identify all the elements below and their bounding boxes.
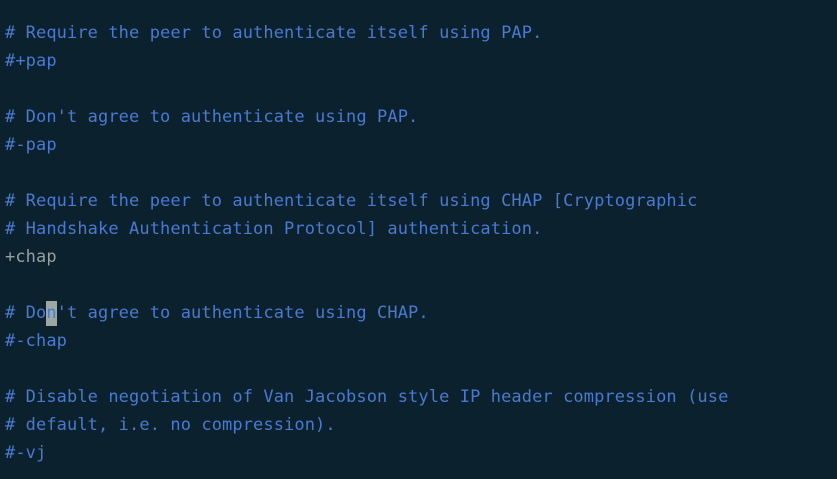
comment-line[interactable]: # Disable negotiation of Van Jacobson st…	[5, 383, 837, 411]
cursor-line[interactable]	[5, 271, 837, 326]
comment-line[interactable]: # Require the peer to authenticate itsel…	[5, 19, 837, 47]
comment-line[interactable]: # default, i.e. no compression).	[5, 411, 837, 439]
comment-line[interactable]: # Don't agree to authenticate using CHAP…	[5, 299, 837, 327]
blank-line[interactable]	[5, 159, 837, 187]
commented-option-line[interactable]: #-chap	[5, 327, 837, 355]
comment-line[interactable]: # Handshake Authentication Protocol] aut…	[5, 215, 837, 243]
active-option-line[interactable]: +chap	[5, 243, 837, 271]
comment-line[interactable]: # Don't agree to authenticate using PAP.	[5, 103, 837, 131]
commented-option-line[interactable]: #+pap	[5, 47, 837, 75]
comment-line[interactable]: # Require the peer to authenticate itsel…	[5, 187, 837, 215]
commented-option-line[interactable]: #-vj	[5, 439, 837, 467]
commented-option-line[interactable]: #-pap	[5, 131, 837, 159]
text-editor[interactable]: # Require the peer to authenticate itsel…	[0, 0, 837, 479]
blank-line[interactable]	[5, 355, 837, 383]
blank-line[interactable]	[5, 75, 837, 103]
